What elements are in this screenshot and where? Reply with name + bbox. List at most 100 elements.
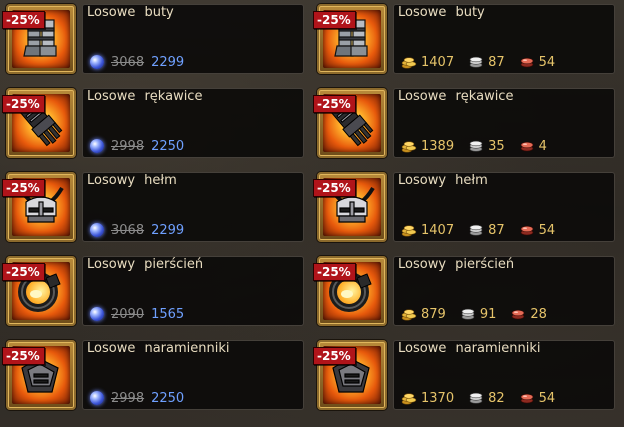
gold-coins-icon <box>401 391 417 405</box>
gold-coins-icon <box>401 139 417 153</box>
gem-offer-card[interactable]: -25% Losowy hełm 3068 2299 <box>2 168 304 246</box>
gold-amount: 879 <box>421 306 446 322</box>
discount-badge: -25% <box>2 11 45 29</box>
new-price: 2250 <box>151 138 185 154</box>
silver-coins-icon <box>468 56 484 68</box>
item-name: Losowe rękawice <box>398 89 514 104</box>
shop-grid: -25% Losowe buty 3068 2299 -25% Losowe rękawi… <box>0 0 624 427</box>
gem-icon <box>90 223 104 237</box>
discount-badge: -25% <box>2 95 45 113</box>
gold-amount: 1389 <box>421 138 455 154</box>
gold-amount: 1407 <box>421 222 455 238</box>
gold-coins-icon <box>401 55 417 69</box>
ruby-icon <box>510 308 526 320</box>
resource-offer-card[interactable]: -25% Losowe naramienniki 1370 82 54 <box>313 336 615 414</box>
silver-cost: 87 <box>468 223 505 238</box>
ruby-amount: 4 <box>538 138 547 154</box>
price-row: 2998 2250 <box>90 135 184 157</box>
ruby-amount: 28 <box>530 306 547 322</box>
silver-amount: 91 <box>479 306 497 322</box>
silver-amount: 35 <box>488 138 505 154</box>
silver-amount: 82 <box>488 390 505 406</box>
gem-offer-card[interactable]: -25% Losowe naramienniki 2998 2250 <box>2 336 304 414</box>
gold-coins-icon <box>401 307 417 321</box>
silver-cost: 35 <box>468 139 505 154</box>
gem-offer-card[interactable]: -25% Losowy pierścień 2090 1565 <box>2 252 304 330</box>
ruby-amount: 54 <box>538 390 556 406</box>
silver-cost: 82 <box>468 391 505 406</box>
item-name: Losowy pierścień <box>87 257 204 272</box>
resource-offer-card[interactable]: -25% Losowe rękawice 1389 35 4 <box>313 84 615 162</box>
price-row: 879 91 28 <box>401 303 557 325</box>
new-price: 2299 <box>151 54 185 70</box>
gold-coins-icon <box>401 223 417 237</box>
ruby-icon <box>519 140 535 152</box>
gold-cost: 1389 <box>401 139 454 154</box>
item-name: Losowy pierścień <box>398 257 515 272</box>
item-name: Losowy hełm <box>87 173 177 188</box>
new-price: 2299 <box>151 222 185 238</box>
silver-coins-icon <box>460 308 476 320</box>
gem-icon <box>90 139 104 153</box>
ruby-amount: 54 <box>538 54 556 70</box>
ruby-icon <box>519 56 535 68</box>
ruby-amount: 54 <box>538 222 556 238</box>
resource-offer-card[interactable]: -25% Losowy pierścień 879 91 28 <box>313 252 615 330</box>
gold-cost: 1407 <box>401 55 454 70</box>
old-price: 3068 <box>111 222 145 238</box>
item-name: Losowe buty <box>398 5 485 20</box>
new-price: 1565 <box>151 306 185 322</box>
silver-cost: 91 <box>460 306 497 322</box>
resource-offer-card[interactable]: -25% Losowe buty 1407 87 54 <box>313 0 615 78</box>
old-price: 3068 <box>111 54 145 70</box>
old-price: 2998 <box>111 138 145 154</box>
discount-badge: -25% <box>313 263 356 281</box>
price-row: 1407 87 54 <box>401 51 565 73</box>
silver-amount: 87 <box>488 222 505 238</box>
discount-badge: -25% <box>313 95 356 113</box>
discount-badge: -25% <box>2 347 45 365</box>
ruby-cost: 54 <box>519 54 556 70</box>
ruby-cost: 4 <box>519 139 547 154</box>
discount-badge: -25% <box>2 263 45 281</box>
silver-cost: 87 <box>468 55 505 70</box>
gem-icon <box>90 55 104 69</box>
item-name: Losowe naramienniki <box>87 341 230 356</box>
ruby-cost: 54 <box>519 390 556 406</box>
ruby-cost: 54 <box>519 222 556 238</box>
old-price: 2090 <box>111 306 145 322</box>
discount-badge: -25% <box>313 347 356 365</box>
gem-icon <box>90 391 104 405</box>
discount-badge: -25% <box>2 179 45 197</box>
price-row: 2998 2250 <box>90 387 184 409</box>
gold-cost: 1370 <box>401 391 454 406</box>
gem-icon <box>90 307 104 321</box>
silver-amount: 87 <box>488 54 505 70</box>
gold-cost: 879 <box>401 307 446 322</box>
silver-coins-icon <box>468 392 484 404</box>
ruby-icon <box>519 392 535 404</box>
price-row: 1370 82 54 <box>401 387 565 409</box>
discount-badge: -25% <box>313 11 356 29</box>
price-row: 2090 1565 <box>90 303 184 325</box>
item-name: Losowy hełm <box>398 173 488 188</box>
silver-coins-icon <box>468 224 484 236</box>
gold-cost: 1407 <box>401 223 454 238</box>
gold-amount: 1370 <box>421 390 455 406</box>
gem-offer-card[interactable]: -25% Losowe rękawice 2998 2250 <box>2 84 304 162</box>
gem-offer-card[interactable]: -25% Losowe buty 3068 2299 <box>2 0 304 78</box>
discount-badge: -25% <box>313 179 356 197</box>
price-row: 1407 87 54 <box>401 219 565 241</box>
price-row: 1389 35 4 <box>401 135 557 157</box>
new-price: 2250 <box>151 390 185 406</box>
price-row: 3068 2299 <box>90 51 184 73</box>
gold-amount: 1407 <box>421 54 455 70</box>
price-row: 3068 2299 <box>90 219 184 241</box>
resource-offer-card[interactable]: -25% Losowy hełm 1407 87 54 <box>313 168 615 246</box>
silver-coins-icon <box>468 140 484 152</box>
item-name: Losowe buty <box>87 5 174 20</box>
ruby-cost: 28 <box>510 307 547 322</box>
item-name: Losowe naramienniki <box>398 341 541 356</box>
old-price: 2998 <box>111 390 145 406</box>
ruby-icon <box>519 224 535 236</box>
